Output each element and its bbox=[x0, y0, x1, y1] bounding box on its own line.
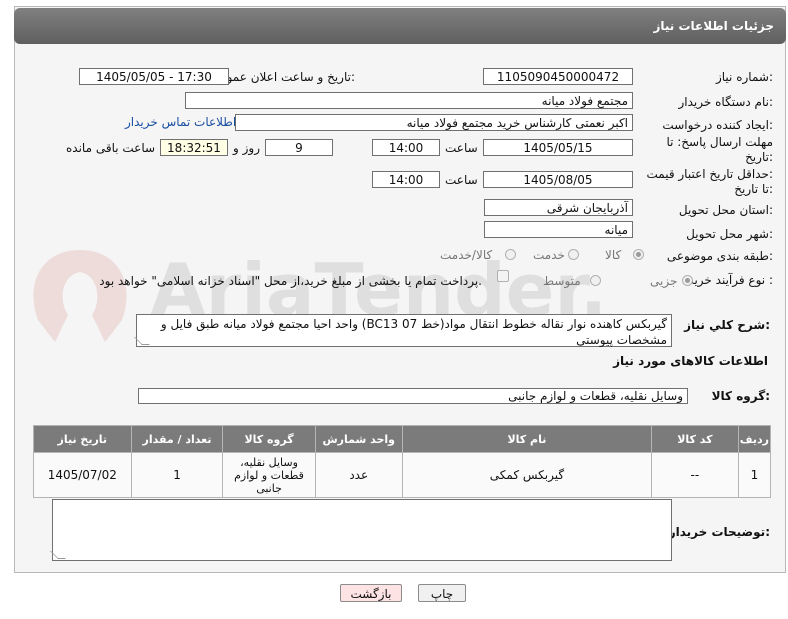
creator-field: اکبر نعمتی کارشناس خرید مجتمع فولاد میان… bbox=[235, 114, 633, 131]
category-label: طبقه بندی موضوعی: bbox=[666, 249, 773, 263]
reply-deadline-label-2: تاریخ: bbox=[745, 150, 773, 164]
print-button[interactable]: چاپ bbox=[418, 584, 466, 602]
creator-label: ایجاد کننده درخواست: bbox=[662, 118, 773, 132]
category-radio-service[interactable] bbox=[568, 249, 579, 260]
cell-date: 1405/07/02 bbox=[33, 452, 132, 498]
category-radio-goods[interactable] bbox=[633, 249, 644, 260]
province-label: استان محل تحویل: bbox=[678, 203, 773, 217]
goods-group-field: وسایل نقلیه، قطعات و لوازم جانبی bbox=[138, 388, 688, 404]
process-option-medium: متوسط bbox=[543, 274, 581, 288]
goods-group-label: گروه کالا: bbox=[711, 389, 770, 403]
cell-qty: 1 bbox=[130, 452, 224, 498]
buyer-org-label: نام دستگاه خریدار: bbox=[678, 95, 774, 109]
remaining-time-field: 18:32:51 bbox=[160, 139, 228, 156]
buyer-org-field: مجتمع فولاد میانه bbox=[185, 92, 633, 109]
days-field: 9 bbox=[265, 139, 333, 156]
process-radio-medium[interactable] bbox=[590, 275, 601, 286]
price-time-label: ساعت bbox=[445, 173, 478, 187]
reply-deadline-label: مهلت ارسال پاسخ: تا bbox=[666, 135, 773, 149]
contact-info-link[interactable]: اطلاعات تماس خریدار bbox=[125, 115, 236, 129]
price-validity-label: حداقل تاریخ اعتبار قیمت: bbox=[646, 167, 773, 181]
col-code: کد کالا bbox=[651, 425, 739, 453]
treasury-checkbox[interactable] bbox=[497, 270, 509, 282]
table-row: 1 -- گیربکس کمکی عدد وسایل نقلیه، قطعات … bbox=[33, 452, 772, 498]
col-qty: تعداد / مقدار bbox=[130, 425, 224, 453]
price-validity-label-2: تا تاریخ: bbox=[734, 182, 773, 196]
back-button[interactable]: بازگشت bbox=[340, 584, 402, 602]
price-date-field: 1405/08/05 bbox=[483, 171, 633, 188]
buyer-notes-textarea[interactable] bbox=[50, 499, 672, 561]
col-unit: واحد شمارش bbox=[314, 425, 403, 453]
reply-time-field: 14:00 bbox=[372, 139, 440, 156]
process-radio-minor[interactable] bbox=[682, 275, 693, 286]
col-group: گروه کالا bbox=[222, 425, 316, 453]
category-option-both: کالا/خدمت bbox=[440, 248, 493, 262]
goods-table: ردیف کد کالا نام کالا واحد شمارش گروه کا… bbox=[33, 425, 772, 498]
cell-code: -- bbox=[651, 452, 739, 498]
description-text: گیربکس کاهنده نوار نقاله خطوط انتقال موا… bbox=[160, 317, 667, 347]
col-date: تاریخ نیاز bbox=[33, 425, 132, 453]
goods-section-title: اطلاعات کالاهای مورد نياز bbox=[613, 354, 768, 368]
category-radio-both[interactable] bbox=[505, 249, 516, 260]
description-textarea[interactable]: گیربکس کاهنده نوار نقاله خطوط انتقال موا… bbox=[134, 314, 672, 347]
payment-note: پرداخت تمام یا بخشی از مبلغ خرید،از محل … bbox=[99, 274, 482, 288]
need-number-label: شماره نیاز: bbox=[715, 70, 773, 84]
category-option-goods: کالا bbox=[605, 248, 622, 262]
cell-unit: عدد bbox=[314, 452, 403, 498]
page-title: جزئیات اطلاعات نیاز bbox=[653, 19, 774, 33]
need-number-field: 1105090450000472 bbox=[483, 68, 633, 85]
col-name: نام کالا bbox=[401, 425, 653, 453]
price-time-field: 14:00 bbox=[372, 171, 440, 188]
resize-grip-icon[interactable] bbox=[50, 551, 66, 559]
cell-name: گیربکس کمکی bbox=[401, 452, 653, 498]
days-label: روز و bbox=[233, 141, 260, 155]
announce-field: 1405/05/05 - 17:30 bbox=[79, 68, 229, 85]
remaining-time-label: ساعت باقی مانده bbox=[66, 141, 156, 155]
page-header: جزئیات اطلاعات نیاز bbox=[14, 8, 786, 44]
process-option-minor: جزیی bbox=[650, 274, 678, 288]
resize-grip-icon[interactable] bbox=[134, 337, 150, 345]
province-field: آذربایجان شرقی bbox=[484, 199, 633, 216]
buyer-notes-label: توضیحات خریدار: bbox=[668, 525, 770, 539]
announce-label: تاریخ و ساعت اعلان عمومی: bbox=[210, 70, 355, 84]
reply-date-field: 1405/05/15 bbox=[483, 139, 633, 156]
description-label: شرح کلي نياز: bbox=[684, 318, 770, 332]
city-label: شهر محل تحویل: bbox=[686, 227, 773, 241]
category-option-service: خدمت bbox=[533, 248, 565, 262]
reply-time-label: ساعت bbox=[445, 141, 478, 155]
goods-table-header: ردیف کد کالا نام کالا واحد شمارش گروه کا… bbox=[33, 425, 772, 453]
process-label: نوع فرآیند خرید : bbox=[688, 273, 773, 287]
col-row: ردیف bbox=[737, 425, 772, 453]
cell-group: وسایل نقلیه، قطعات و لوازم جانبی bbox=[222, 452, 316, 498]
cell-row: 1 bbox=[737, 452, 772, 498]
city-field: میانه bbox=[484, 221, 633, 238]
